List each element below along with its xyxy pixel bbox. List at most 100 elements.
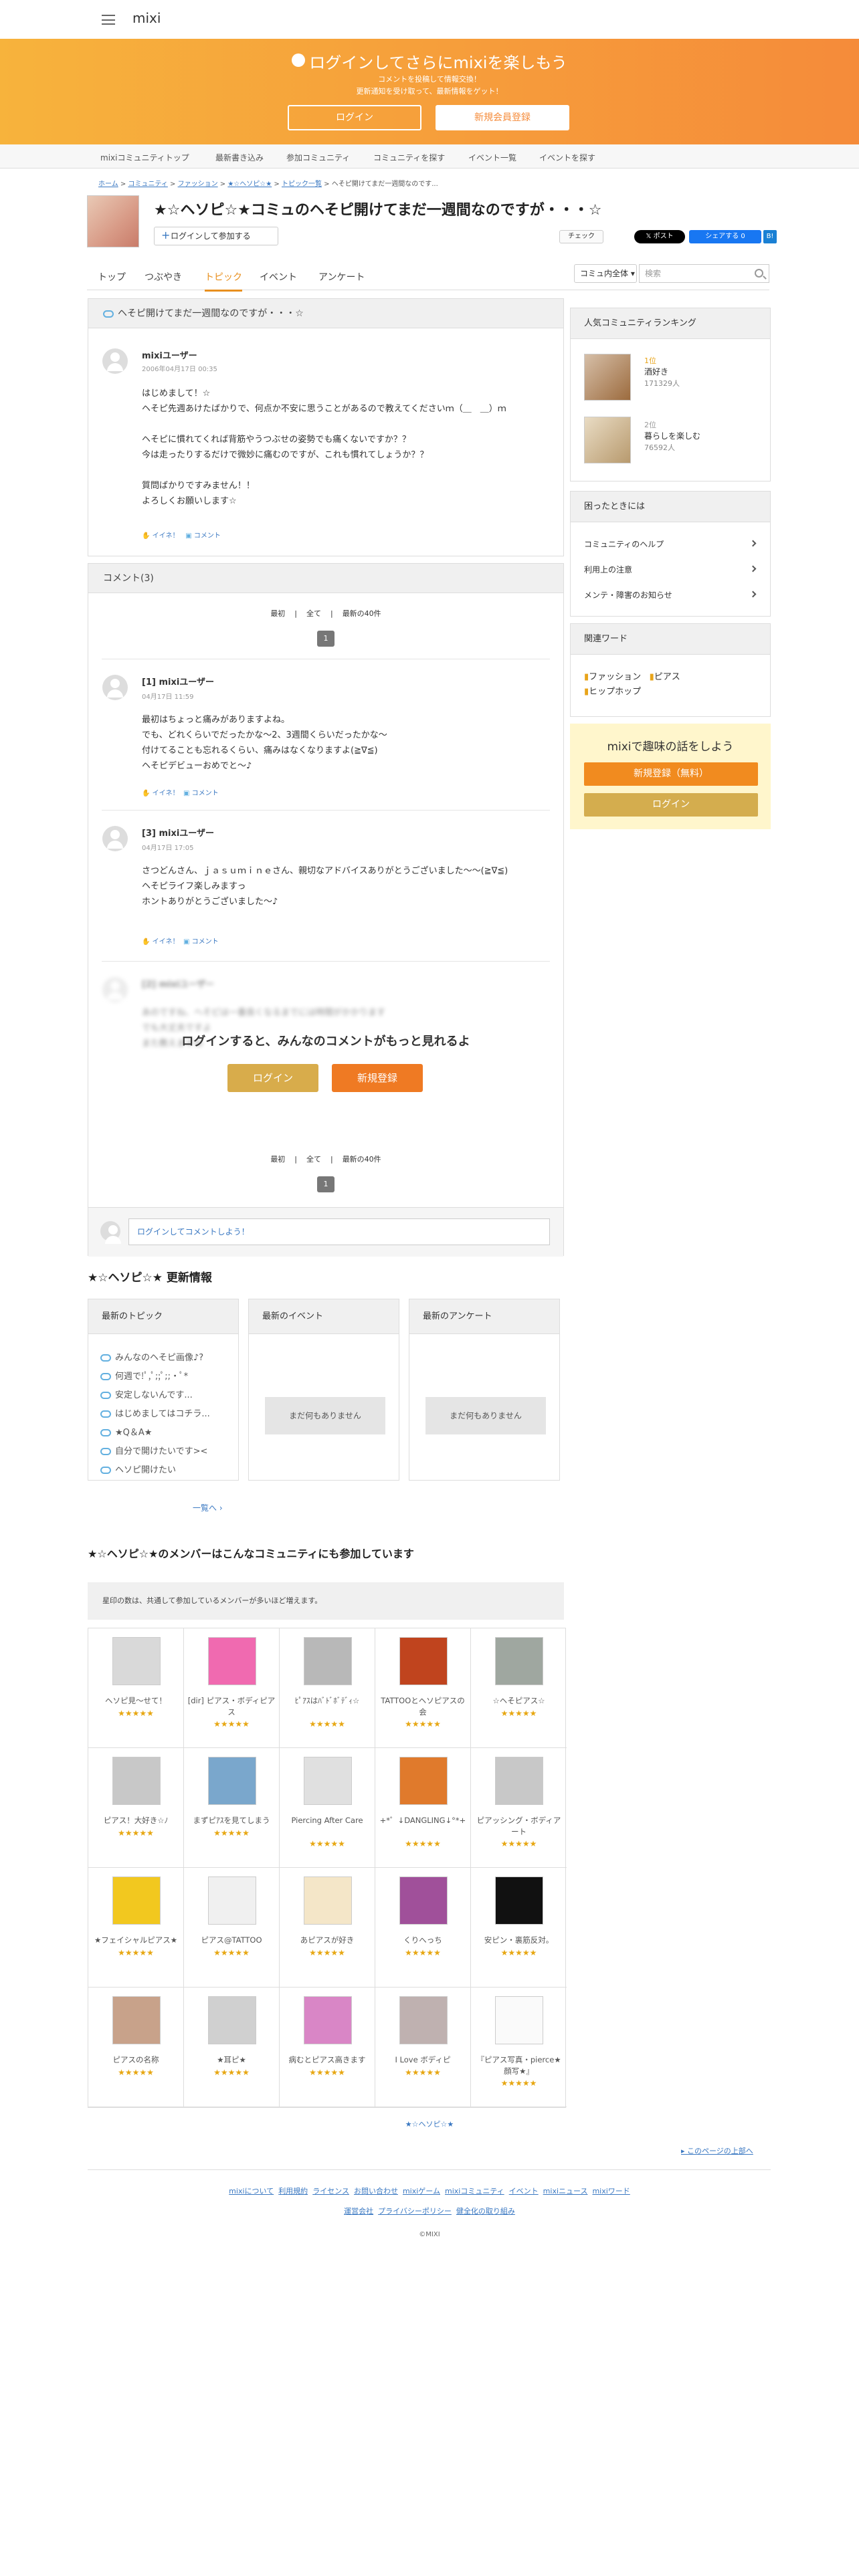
topic-link[interactable]: みんなのヘそピ画像♪?: [100, 1350, 203, 1363]
cta-register-button[interactable]: 新規登録（無料）: [584, 762, 758, 786]
community-card[interactable]: くりへっち ★★★★★: [375, 1868, 471, 1988]
community-name[interactable]: +*゜↓DANGLING↓°*+: [378, 1815, 468, 1826]
nav-latest-link[interactable]: 最新の40件: [343, 609, 381, 618]
x-post-button[interactable]: 𝕏 ポスト: [634, 230, 685, 243]
cta-login-button[interactable]: ログイン: [584, 793, 758, 817]
comment-button[interactable]: コメント: [192, 938, 219, 946]
topic-author[interactable]: mixiユーザー: [142, 348, 197, 361]
tag-link[interactable]: ヒップホップ: [589, 687, 641, 697]
community-card[interactable]: まずピｱｽを見てしまう ★★★★★: [184, 1748, 280, 1868]
community-thumbnail[interactable]: [112, 1757, 161, 1805]
gnav-item[interactable]: 最新書き込み: [215, 152, 264, 163]
community-card[interactable]: TATTOOとヘソピアスの会 ★★★★★: [375, 1628, 471, 1748]
community-thumbnail[interactable]: [208, 1637, 256, 1685]
breadcrumb-link[interactable]: コミュニティ: [128, 181, 167, 188]
community-card[interactable]: Piercing After Care ★★★★★: [280, 1748, 375, 1868]
community-thumbnail[interactable]: [399, 1876, 448, 1925]
help-link[interactable]: メンテ・障害のお知らせ: [584, 589, 672, 601]
community-card[interactable]: ピアス@TATTOO ★★★★★: [184, 1868, 280, 1988]
community-card[interactable]: I Love ボディピ ★★★★★: [375, 1988, 471, 2107]
ranking-image[interactable]: [584, 417, 631, 463]
more-topics-link[interactable]: 一覧へ ›: [193, 1502, 223, 1513]
hamburger-menu-icon[interactable]: [102, 15, 115, 25]
community-name[interactable]: ﾋﾟｱｽはﾊﾞﾄﾞﾎﾞﾃﾞｨ☆: [282, 1695, 372, 1707]
gnav-item[interactable]: mixiコミュニティトップ: [100, 152, 189, 163]
community-card[interactable]: ピアスの名称 ★★★★★: [88, 1988, 184, 2107]
community-card[interactable]: ピアッシング・ボディアート ★★★★★: [471, 1748, 567, 1868]
community-card[interactable]: 病むとピアス高きます ★★★★★: [280, 1988, 375, 2107]
page-number[interactable]: 1: [317, 1176, 335, 1192]
topic-link[interactable]: ★Q＆A★: [100, 1425, 152, 1438]
ranking-image[interactable]: [584, 354, 631, 401]
gnav-item[interactable]: イベントを探す: [539, 152, 595, 163]
footer-link[interactable]: mixiニュース: [543, 2187, 588, 2195]
community-thumbnail[interactable]: [304, 1637, 352, 1685]
search-scope-select[interactable]: コミュ内全体 ▾: [574, 264, 637, 283]
footer-link[interactable]: mixiワード: [592, 2187, 630, 2195]
footer-link[interactable]: mixiについて: [229, 2187, 274, 2195]
nav-first-link[interactable]: 最初: [270, 609, 285, 618]
hatena-bookmark-button[interactable]: B!: [763, 230, 777, 243]
footer-link[interactable]: プライバシーポリシー: [378, 2207, 452, 2216]
community-name[interactable]: 安ピン・裏筋反対。: [474, 1935, 564, 1946]
nav-all-link[interactable]: 全て: [306, 1155, 321, 1164]
community-name[interactable]: ピアス！大好き☆ﾉ: [91, 1815, 181, 1826]
community-thumbnail[interactable]: [495, 1996, 543, 2044]
community-thumbnail[interactable]: [112, 1996, 161, 2044]
community-card[interactable]: あピアスが好き ★★★★★: [280, 1868, 375, 1988]
community-thumbnail[interactable]: [495, 1757, 543, 1805]
help-link[interactable]: 利用上の注意: [584, 564, 632, 575]
topic-link[interactable]: はじめましてはコチラ...: [100, 1406, 210, 1419]
prompt-register-button[interactable]: 新規登録: [332, 1064, 423, 1092]
breadcrumb-link[interactable]: ファッション: [178, 181, 218, 188]
help-link[interactable]: コミュニティのヘルプ: [584, 538, 664, 550]
comment-button[interactable]: コメント: [192, 790, 219, 797]
tag-link[interactable]: ピアス: [654, 672, 680, 682]
community-name[interactable]: I Love ボディピ: [378, 2054, 468, 2066]
nav-first-link[interactable]: 最初: [270, 1155, 285, 1164]
breadcrumb-link[interactable]: トピック一覧: [282, 181, 322, 188]
community-name[interactable]: 『ピアス写真・pierce★顔写★』: [474, 2054, 564, 2077]
page-number[interactable]: 1: [317, 631, 335, 647]
community-name[interactable]: ピアスの名称: [91, 2054, 181, 2066]
community-card[interactable]: +*゜↓DANGLING↓°*+ ★★★★★: [375, 1748, 471, 1868]
community-card[interactable]: ヘソピ見〜せて！ ★★★★★: [88, 1628, 184, 1748]
search-input[interactable]: 検索: [639, 264, 769, 283]
community-thumbnail[interactable]: [208, 1876, 256, 1925]
community-name[interactable]: ヘソピ見〜せて！: [91, 1695, 181, 1707]
breadcrumb-link[interactable]: ★☆ヘソピ☆★: [227, 181, 272, 188]
community-name[interactable]: ☆ヘそピアス☆: [474, 1695, 564, 1707]
community-name[interactable]: ★耳ピ★: [187, 2054, 276, 2066]
community-card[interactable]: 『ピアス写真・pierce★顔写★』 ★★★★★: [471, 1988, 567, 2107]
community-thumbnail[interactable]: [304, 1876, 352, 1925]
community-name[interactable]: まずピｱｽを見てしまう: [187, 1815, 276, 1826]
community-card[interactable]: 安ピン・裏筋反対。 ★★★★★: [471, 1868, 567, 1988]
community-thumbnail[interactable]: [399, 1996, 448, 2044]
facebook-share-button[interactable]: シェアする 0: [689, 230, 761, 243]
community-thumbnail[interactable]: [495, 1876, 543, 1925]
community-card[interactable]: ★フェイシャルピアス★ ★★★★★: [88, 1868, 184, 1988]
nav-all-link[interactable]: 全て: [306, 609, 321, 618]
ranking-name[interactable]: 暮らしを楽しむ: [644, 430, 700, 441]
topic-link[interactable]: 安定しないんです...: [100, 1388, 193, 1400]
community-thumbnail[interactable]: [112, 1876, 161, 1925]
footer-link[interactable]: イベント: [509, 2187, 539, 2195]
community-name[interactable]: Piercing After Care: [282, 1815, 372, 1826]
like-button[interactable]: イイネ！: [153, 532, 179, 540]
tab-questionnaire[interactable]: アンケート: [318, 270, 365, 284]
breadcrumb-link[interactable]: ホーム: [98, 181, 118, 188]
check-button[interactable]: チェック: [559, 230, 603, 243]
topic-link[interactable]: ヘソピ開けたい: [100, 1463, 176, 1475]
footer-link[interactable]: 健全化の取り組み: [456, 2207, 515, 2216]
community-thumbnail[interactable]: [495, 1637, 543, 1685]
footer-link[interactable]: mixiコミュニティ: [445, 2187, 504, 2195]
tab-topics[interactable]: トピック: [205, 270, 242, 292]
search-icon[interactable]: [755, 269, 763, 278]
footer-link[interactable]: 運営会社: [344, 2207, 373, 2216]
community-name[interactable]: 病むとピアス高きます: [282, 2054, 372, 2066]
community-name[interactable]: ピアス@TATTOO: [187, 1935, 276, 1946]
nav-latest-link[interactable]: 最新の40件: [343, 1155, 381, 1164]
community-thumbnail[interactable]: [208, 1757, 256, 1805]
community-thumbnail[interactable]: [112, 1637, 161, 1685]
banner-register-button[interactable]: 新規会員登録: [436, 105, 569, 130]
